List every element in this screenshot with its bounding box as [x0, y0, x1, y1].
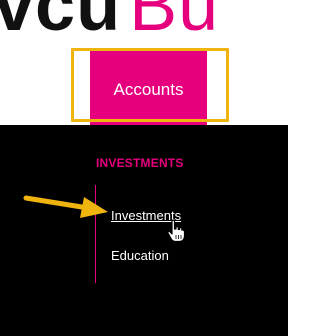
- logo-text-accent: Bu: [129, 0, 220, 46]
- accounts-dropdown-menu: INVESTMENTS Investments Education: [0, 125, 288, 336]
- site-header: vcu Bu Accounts: [0, 0, 288, 125]
- arrow-right-icon: [23, 195, 108, 218]
- menu-item-education[interactable]: Education: [111, 248, 169, 263]
- menu-section-heading: INVESTMENTS: [96, 156, 184, 170]
- hand-pointer-icon: [167, 219, 186, 243]
- site-logo[interactable]: vcu Bu: [0, 0, 219, 46]
- accounts-highlight-box: [71, 48, 229, 122]
- logo-text-dark: vcu: [0, 0, 122, 46]
